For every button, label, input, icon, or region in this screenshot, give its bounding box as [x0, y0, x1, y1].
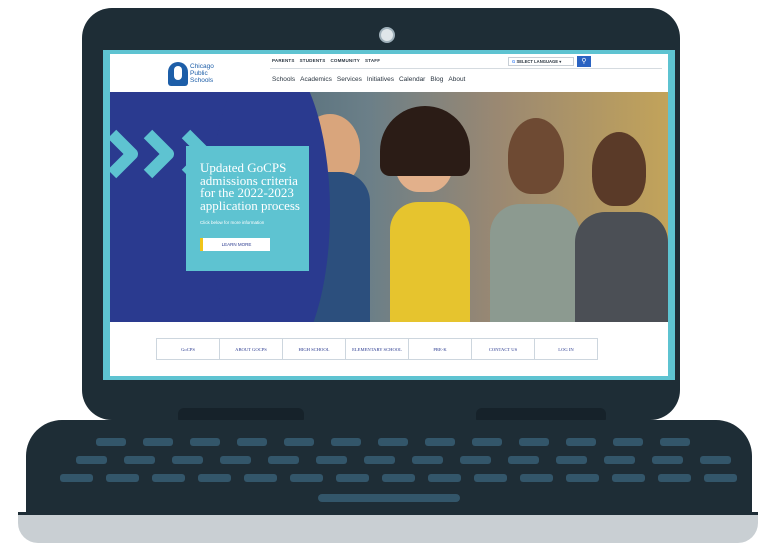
keyboard-key: [613, 438, 643, 446]
keyboard-key: [316, 456, 347, 464]
keyboard-key: [76, 456, 107, 464]
keyboard-key: [460, 456, 491, 464]
keyboard-key: [472, 438, 502, 446]
keyboard-key: [336, 474, 369, 482]
keyboard-key: [152, 474, 185, 482]
keyboard-key: [704, 474, 737, 482]
keyboard-key: [190, 438, 220, 446]
keyboard-key: [96, 438, 126, 446]
keyboard-key: [290, 474, 323, 482]
keyboard-key: [519, 438, 549, 446]
keyboard-key: [508, 456, 539, 464]
keyboard-key: [612, 474, 645, 482]
keyboard-key: [172, 456, 203, 464]
keyboard-key: [660, 438, 690, 446]
keyboard-key: [106, 474, 139, 482]
keyboard-key: [474, 474, 507, 482]
keyboard-key: [566, 474, 599, 482]
keyboard-key: [604, 456, 635, 464]
keyboard-key: [244, 474, 277, 482]
keyboard-key: [124, 456, 155, 464]
keyboard-key: [284, 438, 314, 446]
keyboard-key: [378, 438, 408, 446]
keyboard-key: [425, 438, 455, 446]
keyboard-key: [520, 474, 553, 482]
spacebar-key: [318, 494, 460, 502]
keyboard-key: [237, 438, 267, 446]
keyboard-key: [566, 438, 596, 446]
keyboard-key: [652, 456, 683, 464]
keyboard-key: [331, 438, 361, 446]
keyboard-key: [428, 474, 461, 482]
keyboard-keys: [0, 0, 760, 544]
keyboard-key: [364, 456, 395, 464]
keyboard-key: [220, 456, 251, 464]
keyboard-key: [700, 456, 731, 464]
keyboard-key: [60, 474, 93, 482]
keyboard-key: [268, 456, 299, 464]
keyboard-key: [198, 474, 231, 482]
keyboard-key: [382, 474, 415, 482]
keyboard-key: [556, 456, 587, 464]
keyboard-key: [143, 438, 173, 446]
keyboard-key: [658, 474, 691, 482]
keyboard-key: [412, 456, 443, 464]
